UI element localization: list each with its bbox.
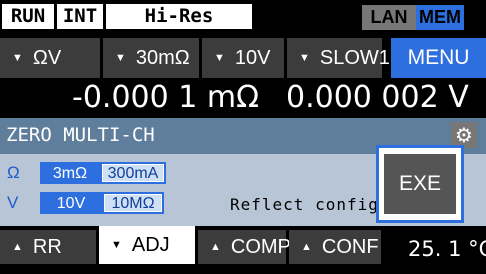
- tab-rr-label: RR: [32, 236, 62, 258]
- voltage-range-chip: 10V: [40, 192, 102, 214]
- chevron-down-icon: ▼: [299, 52, 310, 64]
- hi-res-badge: Hi-Res: [106, 4, 252, 29]
- range-bar: ▼ ΩV ▼ 30mΩ ▼ 10V ▼ SLOW1 MENU: [0, 36, 486, 78]
- chevron-down-icon: ▼: [115, 52, 126, 64]
- input-impedance-chip: 10MΩ: [102, 192, 164, 214]
- resistance-range-chip: 3mΩ: [40, 162, 100, 184]
- speed-button[interactable]: ▼ SLOW1: [287, 38, 390, 78]
- resistance-range-button[interactable]: ▼ 30mΩ: [103, 38, 199, 78]
- tab-conf-label: CONF: [321, 236, 379, 258]
- volt-row-label: V: [7, 193, 19, 212]
- function-label: ΩV: [32, 47, 62, 69]
- tab-adj-label: ADJ: [131, 234, 170, 256]
- int-trigger-badge: INT: [57, 4, 103, 29]
- panel-title: ZERO MULTI-CH: [6, 124, 155, 146]
- voltage-range-button[interactable]: ▼ 10V: [202, 38, 284, 78]
- tab-comp-label: COMP: [230, 236, 291, 258]
- menu-button[interactable]: MENU: [391, 38, 486, 78]
- run-status-badge: RUN: [2, 4, 54, 29]
- tab-comp[interactable]: ▲ COMP: [198, 230, 291, 264]
- voltage-reading: 0.000 002 V: [286, 80, 469, 115]
- chevron-down-icon: ▼: [111, 239, 122, 251]
- chevron-down-icon: ▼: [12, 52, 23, 64]
- tab-adj[interactable]: ▼ ADJ: [99, 226, 195, 264]
- temperature-readout: 25. 1 °C: [408, 237, 486, 261]
- reflect-config-text: Reflect config: [230, 195, 379, 214]
- resistance-range-label: 30mΩ: [135, 47, 190, 69]
- voltage-range-label: 10V: [234, 47, 271, 69]
- lan-indicator: LAN: [362, 5, 416, 30]
- speed-label: SLOW1: [319, 47, 390, 69]
- status-bar: RUN INT Hi-Res LAN MEM: [0, 0, 486, 36]
- exe-button[interactable]: EXE: [384, 154, 456, 214]
- mem-indicator: MEM: [416, 5, 464, 30]
- function-select-button[interactable]: ▼ ΩV: [0, 38, 100, 78]
- tab-conf[interactable]: ▲ CONF: [289, 230, 381, 264]
- chevron-up-icon: ▲: [12, 241, 23, 253]
- measurement-display: -0.000 1 mΩ 0.000 002 V: [0, 78, 486, 118]
- resistance-reading: -0.000 1 mΩ: [72, 80, 260, 115]
- chevron-down-icon: ▼: [214, 52, 225, 64]
- ohm-row-label: Ω: [7, 163, 20, 182]
- chevron-up-icon: ▲: [301, 241, 312, 253]
- test-current-chip: 300mA: [100, 162, 166, 184]
- chevron-up-icon: ▲: [210, 241, 221, 253]
- bottom-strip: [0, 264, 486, 274]
- tab-rr[interactable]: ▲ RR: [0, 230, 96, 264]
